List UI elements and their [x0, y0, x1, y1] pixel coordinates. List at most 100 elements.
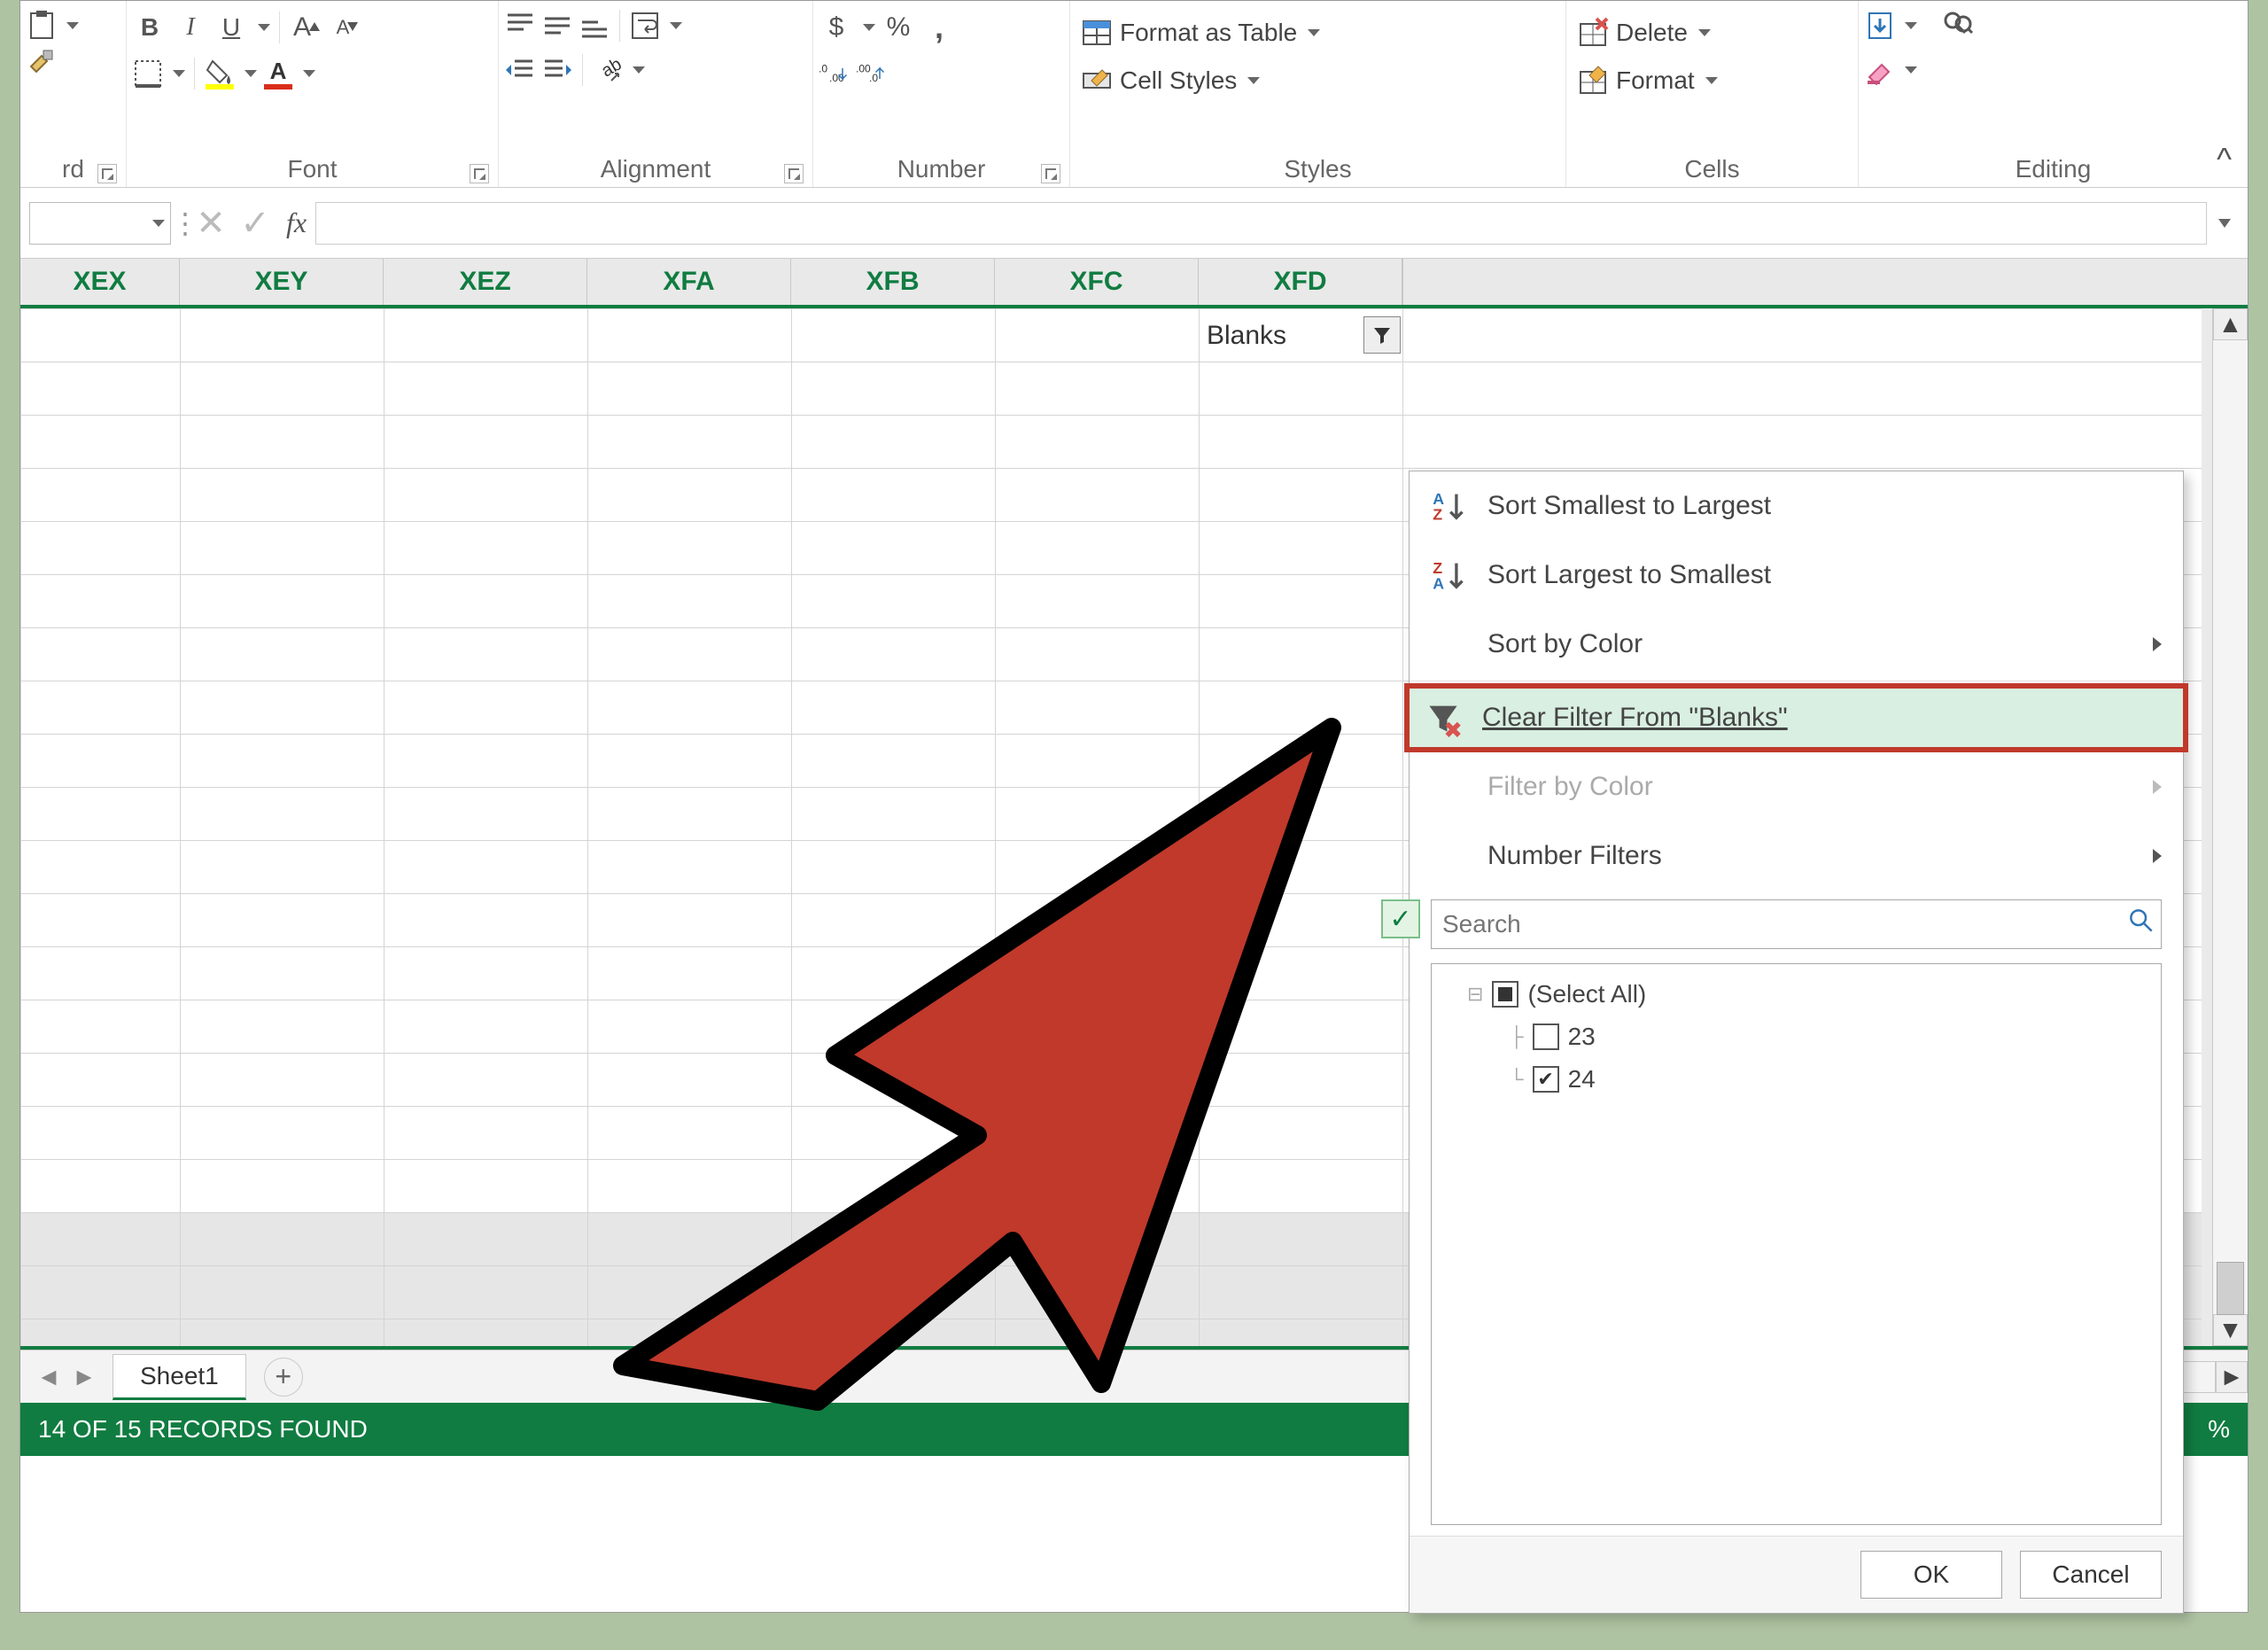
- fx-label[interactable]: fx: [286, 206, 307, 239]
- borders-button[interactable]: [132, 58, 164, 90]
- group-label-alignment: Alignment: [504, 152, 807, 187]
- fill-color-button[interactable]: [204, 58, 236, 90]
- hscroll-right[interactable]: ►: [2216, 1361, 2248, 1393]
- underline-button[interactable]: U: [214, 10, 249, 45]
- column-header[interactable]: XEZ: [384, 259, 587, 305]
- clear-filter-item[interactable]: Clear Filter From "Blanks": [1404, 683, 2188, 752]
- increase-decimal-icon[interactable]: .0.00: [819, 58, 850, 90]
- currency-dropdown[interactable]: [863, 24, 875, 31]
- scroll-down-button[interactable]: ▼: [2213, 1314, 2248, 1346]
- sheet-nav-next[interactable]: ►: [68, 1361, 100, 1393]
- borders-dropdown[interactable]: [173, 70, 185, 77]
- orientation-icon[interactable]: ab: [592, 54, 624, 86]
- align-middle-icon[interactable]: [541, 10, 573, 42]
- filter-value-item[interactable]: ├ 23: [1446, 1016, 2147, 1058]
- alignment-dialog-launcher[interactable]: [784, 164, 804, 183]
- paste-dropdown[interactable]: [66, 22, 79, 29]
- svg-text:.0: .0: [869, 72, 878, 84]
- checkbox-indeterminate[interactable]: [1492, 981, 1518, 1008]
- filter-select-all[interactable]: ⊟ (Select All): [1446, 973, 2147, 1016]
- cell-styles-button[interactable]: Cell Styles: [1076, 61, 1325, 100]
- ribbon-group-editing: Editing ^: [1859, 1, 2248, 187]
- percent-button[interactable]: %: [881, 10, 916, 45]
- zoom-level[interactable]: %: [2208, 1415, 2230, 1444]
- indent-increase-icon[interactable]: [541, 54, 573, 86]
- delete-cells-icon: [1577, 17, 1609, 49]
- status-text: 14 OF 15 RECORDS FOUND: [38, 1415, 368, 1444]
- clear-dropdown[interactable]: [1905, 66, 1917, 74]
- orientation-dropdown[interactable]: [633, 66, 645, 74]
- format-as-table-button[interactable]: Format as Table: [1076, 13, 1325, 52]
- fill-color-dropdown[interactable]: [245, 70, 257, 77]
- comma-button[interactable]: ,: [921, 10, 957, 45]
- collapse-ribbon-button[interactable]: ^: [2217, 141, 2232, 178]
- scroll-up-button[interactable]: ▲: [2213, 308, 2248, 340]
- italic-button[interactable]: I: [173, 10, 208, 45]
- sort-by-color-item[interactable]: Sort by Color: [1410, 610, 2183, 679]
- column-header[interactable]: XEY: [180, 259, 384, 305]
- cancel-formula-button[interactable]: ✕: [189, 201, 233, 245]
- name-box[interactable]: [29, 202, 171, 245]
- bold-button[interactable]: B: [132, 10, 167, 45]
- sheet-nav-prev[interactable]: ◄: [33, 1361, 65, 1393]
- column-header[interactable]: XFA: [587, 259, 791, 305]
- clipboard-dialog-launcher[interactable]: [97, 164, 117, 183]
- vertical-scrollbar[interactable]: ▲ ▼: [2212, 308, 2248, 1346]
- checkbox-unchecked[interactable]: [1533, 1023, 1559, 1050]
- delete-button[interactable]: Delete: [1572, 13, 1723, 52]
- enter-formula-button[interactable]: ✓: [233, 201, 277, 245]
- number-dialog-launcher[interactable]: [1041, 164, 1060, 183]
- group-label-editing: Editing: [1864, 152, 2242, 187]
- sort-ascending-item[interactable]: AZ Sort Smallest to Largest: [1410, 471, 2183, 541]
- indent-decrease-icon[interactable]: [504, 54, 536, 86]
- filter-search-input[interactable]: [1431, 899, 2162, 949]
- column-header[interactable]: XFD: [1199, 259, 1402, 305]
- font-color-button[interactable]: A: [262, 58, 294, 90]
- ribbon: rd B I U A: [20, 1, 2248, 188]
- fill-down-icon[interactable]: [1864, 10, 1896, 42]
- select-all-search-check[interactable]: ✓: [1381, 899, 1420, 938]
- paste-icon[interactable]: [26, 10, 58, 42]
- expand-formula-bar[interactable]: [2207, 219, 2239, 228]
- filter-ok-button[interactable]: OK: [1860, 1551, 2002, 1599]
- filter-by-color-item: Filter by Color: [1410, 752, 2183, 821]
- number-filters-item[interactable]: Number Filters: [1410, 821, 2183, 891]
- ribbon-group-cells: Delete Format Cells: [1566, 1, 1859, 187]
- column-header[interactable]: XFC: [995, 259, 1199, 305]
- font-dialog-launcher[interactable]: [470, 164, 489, 183]
- wrap-text-icon[interactable]: [629, 10, 661, 42]
- search-icon: [2128, 907, 2155, 941]
- decrease-decimal-icon[interactable]: .00.0: [856, 58, 888, 90]
- scroll-split-handle[interactable]: [2202, 308, 2212, 1346]
- sheet-tab-active[interactable]: Sheet1: [113, 1354, 246, 1400]
- svg-text:A: A: [1433, 575, 1444, 593]
- grow-font-button[interactable]: A: [289, 10, 324, 45]
- filter-cancel-button[interactable]: Cancel: [2020, 1551, 2162, 1599]
- format-painter-icon[interactable]: [26, 45, 58, 77]
- group-label-styles: Styles: [1076, 152, 1560, 187]
- checkbox-checked[interactable]: [1533, 1066, 1559, 1093]
- wrap-dropdown[interactable]: [670, 22, 682, 29]
- new-sheet-button[interactable]: +: [264, 1358, 303, 1397]
- group-label-number: Number: [819, 152, 1064, 187]
- format-button[interactable]: Format: [1572, 61, 1723, 100]
- svg-text:ab: ab: [598, 54, 625, 81]
- fill-dropdown[interactable]: [1905, 22, 1917, 29]
- scroll-thumb[interactable]: [2217, 1262, 2244, 1315]
- filter-value-item[interactable]: └ 24: [1446, 1058, 2147, 1101]
- currency-button[interactable]: $: [819, 10, 854, 45]
- find-icon[interactable]: [1942, 10, 1974, 42]
- underline-dropdown[interactable]: [258, 24, 270, 31]
- font-color-dropdown[interactable]: [303, 70, 315, 77]
- align-top-icon[interactable]: [504, 10, 536, 42]
- table-icon: [1081, 17, 1113, 49]
- formula-input[interactable]: [315, 202, 2207, 245]
- column-header[interactable]: XEX: [20, 259, 180, 305]
- filter-dropdown-button[interactable]: [1363, 316, 1401, 354]
- clear-icon[interactable]: [1864, 54, 1896, 86]
- column-header[interactable]: XFB: [791, 259, 995, 305]
- filter-values-list[interactable]: ⊟ (Select All) ├ 23 └ 24: [1431, 963, 2162, 1525]
- shrink-font-button[interactable]: A: [330, 10, 365, 45]
- sort-descending-item[interactable]: ZA Sort Largest to Smallest: [1410, 541, 2183, 610]
- align-bottom-icon[interactable]: [579, 10, 610, 42]
